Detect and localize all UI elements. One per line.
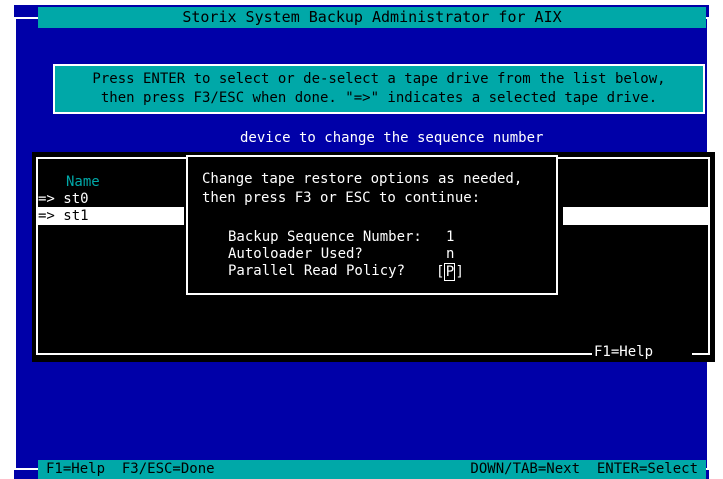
autoloader-field[interactable]: n <box>446 246 454 262</box>
frame-top-left <box>14 17 38 19</box>
popup-line-2: then press F3 or ESC to continue: <box>202 190 481 206</box>
list-border-bottom <box>36 353 592 355</box>
text-cursor: P <box>444 263 456 281</box>
list-header-name: Name <box>66 174 100 190</box>
frame-bottom-left <box>14 468 38 470</box>
parallel-read-field[interactable]: [P] <box>436 263 464 281</box>
sequence-number-field[interactable]: 1 <box>446 229 454 245</box>
status-left-keys: F1=Help F3/ESC=Done <box>46 461 215 477</box>
instructions-line-1: Press ENTER to select or de-select a tap… <box>92 71 666 87</box>
list-item-st1[interactable]: => st1 <box>38 207 184 225</box>
sequence-number-label: Backup Sequence Number: <box>228 229 422 245</box>
list-f1-help[interactable]: F1=Help <box>594 344 653 360</box>
status-right-keys: DOWN/TAB=Next ENTER=Select <box>470 461 698 477</box>
instructions-box: Press ENTER to select or de-select a tap… <box>53 64 705 114</box>
status-bar: F1=Help F3/ESC=Done DOWN/TAB=Next ENTER=… <box>38 460 706 479</box>
window-title: Storix System Backup Administrator for A… <box>38 7 706 28</box>
list-item-st0[interactable]: => st0 <box>38 191 89 207</box>
device-hint: device to change the sequence number <box>240 130 544 146</box>
instructions-line-2: then press F3/ESC when done. "=>" indica… <box>100 90 658 106</box>
restore-options-popup: Change tape restore options as needed, t… <box>186 155 558 295</box>
frame-left <box>14 17 16 470</box>
autoloader-label: Autoloader Used? <box>228 246 363 262</box>
list-item-st1-highlight <box>563 207 708 225</box>
frame-bottom-right <box>706 468 709 470</box>
popup-line-1: Change tape restore options as needed, <box>202 171 523 187</box>
list-border-bottom-end <box>692 353 710 355</box>
parallel-read-label: Parallel Read Policy? <box>228 263 406 279</box>
